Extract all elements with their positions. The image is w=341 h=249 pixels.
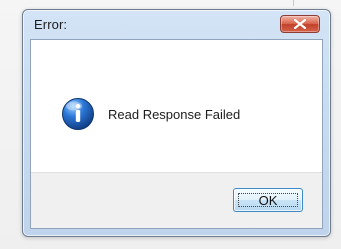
close-icon bbox=[294, 19, 306, 29]
button-panel: OK bbox=[31, 172, 322, 228]
ok-button[interactable]: OK bbox=[233, 188, 303, 212]
dialog-title: Error: bbox=[34, 17, 68, 32]
error-message: Read Response Failed bbox=[108, 106, 241, 122]
information-icon bbox=[61, 97, 95, 131]
dialog-titlebar[interactable]: Error: bbox=[23, 10, 330, 40]
background-divider bbox=[293, 0, 294, 6]
close-button[interactable] bbox=[280, 15, 320, 33]
message-row: Read Response Failed bbox=[61, 97, 240, 131]
dialog-body: Read Response Failed OK bbox=[30, 39, 323, 229]
ok-button-label: OK bbox=[258, 192, 278, 208]
screen: Error: Read Response Failed OK bbox=[0, 0, 341, 249]
error-dialog: Error: Read Response Failed OK bbox=[22, 9, 331, 237]
